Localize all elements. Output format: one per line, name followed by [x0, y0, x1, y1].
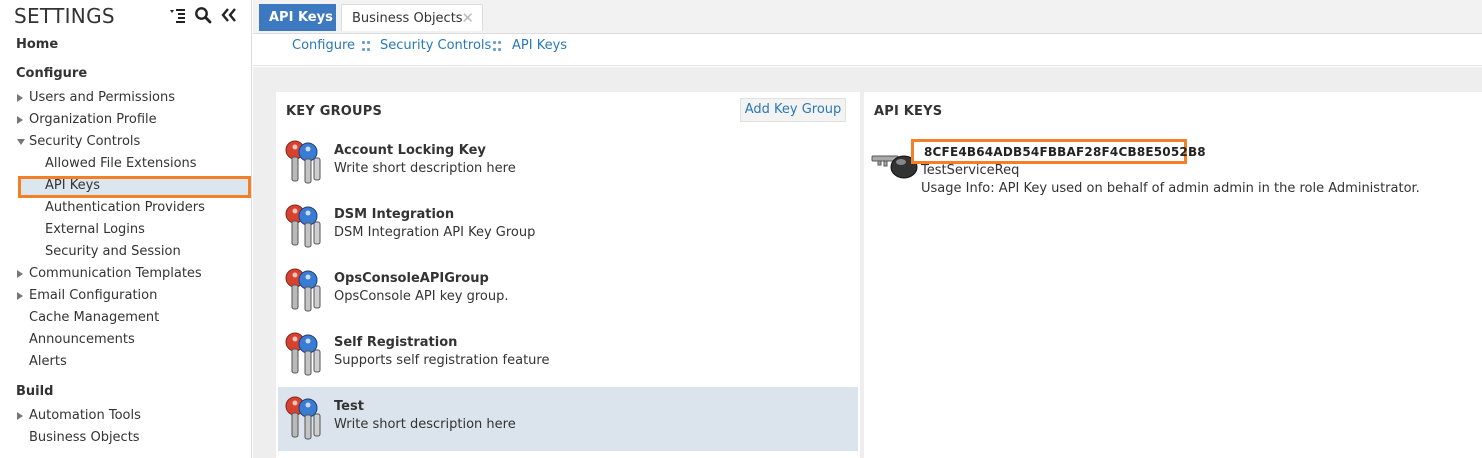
sidebar-item-allowed-file-extensions[interactable]: Allowed File Extensions: [45, 154, 197, 174]
expand-triangle-icon[interactable]: [17, 270, 23, 278]
key-group-description: DSM Integration API Key Group: [334, 225, 536, 240]
sidebar-item-alerts[interactable]: Alerts: [29, 352, 67, 372]
api-key-usage-info: Usage Info: API Key used on behalf of ad…: [921, 181, 1420, 196]
api-key-value: 8CFE4B64ADB54FBBAF28F4CB8E5052B8: [924, 145, 1206, 159]
key-group-name: Self Registration: [334, 335, 458, 350]
key-group-row[interactable]: OpsConsoleAPIGroup OpsConsole API key gr…: [278, 259, 858, 323]
sidebar-item-announcements[interactable]: Announcements: [29, 330, 135, 350]
key-group-icon: [285, 396, 321, 440]
breadcrumb-separator-icon: [493, 39, 501, 53]
tab-api-keys[interactable]: API Keys: [259, 4, 336, 31]
sidebar-item-external-logins[interactable]: External Logins: [45, 220, 145, 240]
breadcrumb-security-controls[interactable]: Security Controls: [380, 38, 491, 53]
search-icon[interactable]: [194, 6, 212, 24]
sidebar-item-api-keys[interactable]: API Keys: [45, 176, 100, 196]
key-group-description: Write short description here: [334, 161, 516, 176]
sidebar-item-communication-templates[interactable]: Communication Templates: [29, 264, 202, 284]
expand-triangle-icon[interactable]: [17, 292, 23, 300]
breadcrumb-separator-icon: [362, 39, 370, 53]
collapse-tree-icon[interactable]: [168, 6, 186, 24]
sidebar-section-build[interactable]: Build: [16, 384, 53, 399]
sidebar-item-email-configuration[interactable]: Email Configuration: [29, 286, 157, 306]
breadcrumb: Configure Security Controls API Keys: [253, 34, 1482, 66]
sidebar-item-cache-management[interactable]: Cache Management: [29, 308, 159, 328]
key-group-icon: [285, 204, 321, 248]
key-groups-title: KEY GROUPS: [286, 104, 383, 119]
key-group-description: Supports self registration feature: [334, 353, 550, 368]
breadcrumb-api-keys[interactable]: API Keys: [512, 38, 567, 53]
key-group-name: OpsConsoleAPIGroup: [334, 271, 489, 286]
breadcrumb-configure[interactable]: Configure: [292, 38, 355, 53]
sidebar-item-automation-tools[interactable]: Automation Tools: [29, 406, 141, 426]
sidebar-item-authentication-providers[interactable]: Authentication Providers: [45, 198, 205, 218]
key-group-name: DSM Integration: [334, 207, 455, 222]
key-group-icon: [285, 268, 321, 312]
key-group-description: Write short description here: [334, 417, 516, 432]
key-group-icon: [285, 140, 321, 184]
sidebar-header: SETTINGS: [0, 0, 251, 32]
settings-sidebar: SETTINGS Home Configure Users and Permis…: [0, 0, 252, 458]
expand-triangle-icon[interactable]: [17, 116, 23, 124]
sidebar-item-users-and-permissions[interactable]: Users and Permissions: [29, 88, 175, 108]
key-group-row-selected[interactable]: Test Write short description here: [278, 387, 858, 451]
key-group-row[interactable]: Self Registration Supports self registra…: [278, 323, 858, 387]
api-keys-title: API KEYS: [874, 104, 943, 119]
sidebar-item-organization-profile[interactable]: Organization Profile: [29, 110, 157, 130]
key-group-description: OpsConsole API key group.: [334, 289, 509, 304]
key-group-icon: [285, 332, 321, 376]
key-group-row[interactable]: DSM Integration DSM Integration API Key …: [278, 195, 858, 259]
sidebar-section-configure[interactable]: Configure: [16, 66, 87, 81]
sidebar-item-security-and-session[interactable]: Security and Session: [45, 242, 181, 262]
add-key-group-button[interactable]: Add Key Group: [740, 98, 846, 122]
key-group-name: Account Locking Key: [334, 143, 486, 158]
sidebar-item-home[interactable]: Home: [16, 37, 58, 52]
key-group-name: Test: [334, 399, 364, 414]
api-keys-panel: API KEYS TestServiceReq 8CFE4B64ADB54FBB…: [864, 92, 1482, 458]
double-chevron-left-icon[interactable]: [220, 6, 238, 24]
api-key-name: TestServiceReq: [921, 163, 1020, 178]
collapse-triangle-icon[interactable]: [17, 139, 25, 145]
expand-triangle-icon[interactable]: [17, 94, 23, 102]
sidebar-item-security-controls[interactable]: Security Controls: [29, 132, 140, 152]
tab-bar: API Keys Business Objects ✕: [253, 0, 1482, 34]
sidebar-title: SETTINGS: [14, 4, 115, 28]
close-icon[interactable]: ✕: [461, 5, 474, 32]
key-group-row[interactable]: Account Locking Key Write short descript…: [278, 131, 858, 195]
expand-triangle-icon[interactable]: [17, 412, 23, 420]
key-groups-panel: KEY GROUPS Add Key Group Account Locking…: [276, 92, 860, 458]
tab-business-objects[interactable]: Business Objects ✕: [341, 4, 483, 31]
sidebar-item-business-objects[interactable]: Business Objects: [29, 428, 140, 448]
tab-label: Business Objects: [352, 11, 463, 26]
api-key-value-highlight[interactable]: 8CFE4B64ADB54FBBAF28F4CB8E5052B8: [911, 139, 1206, 164]
